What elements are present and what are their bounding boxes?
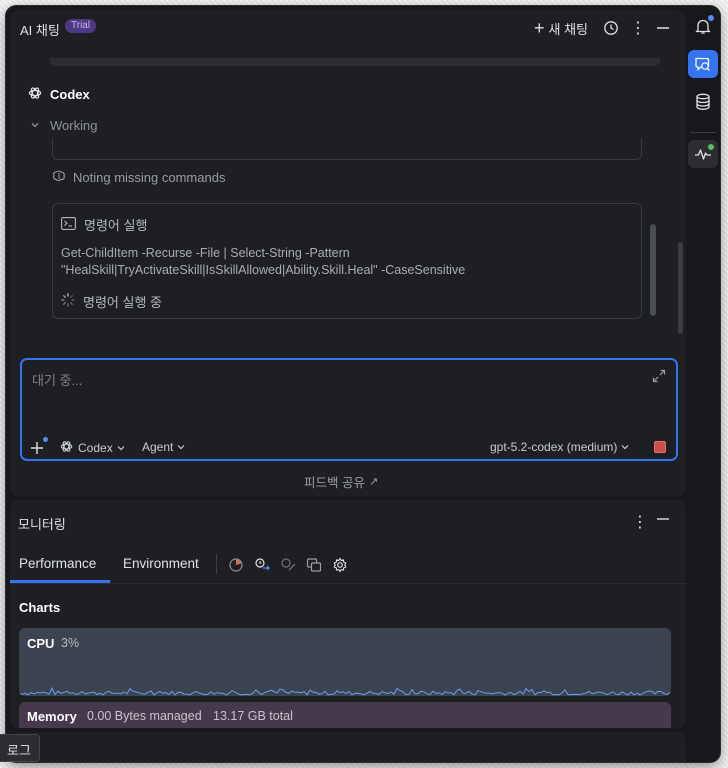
command-status-label: 명령어 실행 중 <box>83 295 162 310</box>
screenshot-frame: AI 채팅 Trial + 새 채팅 ⋮ Codex Working Notin… <box>0 0 728 768</box>
brain-icon <box>52 169 66 186</box>
bottom-panel-strip <box>10 732 686 762</box>
agent-name: Codex <box>50 87 90 102</box>
command-header: 명령어 실행 <box>61 215 147 234</box>
terminal-icon <box>61 216 76 233</box>
more-vertical-icon[interactable]: ⋮ <box>630 18 646 38</box>
minimize-icon[interactable] <box>656 512 670 529</box>
input-toolbar: Codex Agent gpt-5.2-codex (medium) <box>22 437 676 458</box>
status-dot <box>708 144 714 150</box>
record-icon[interactable] <box>228 557 244 573</box>
command-header-label: 명령어 실행 <box>84 218 148 233</box>
cpu-sparkline <box>19 687 671 696</box>
memory-chart-card: Memory 0.00 Bytes managed 13.17 GB total <box>19 702 671 728</box>
monitoring-title: 모니터링 <box>18 517 66 532</box>
model-label: gpt-5.2-codex (medium) <box>490 440 618 454</box>
pulse-icon[interactable] <box>688 140 718 168</box>
new-chat-button[interactable]: + 새 채팅 <box>534 18 588 38</box>
trace-icon[interactable] <box>280 557 296 573</box>
tab-environment[interactable]: Environment <box>123 556 199 571</box>
database-icon[interactable] <box>688 88 718 116</box>
command-status: 명령어 실행 중 <box>61 292 162 311</box>
previous-message-edge <box>50 58 660 66</box>
chevron-down-icon <box>30 118 40 133</box>
right-tool-strip <box>688 6 720 762</box>
memory-managed: 0.00 Bytes managed <box>87 709 202 723</box>
plus-icon: + <box>534 18 545 38</box>
mode-label: Agent <box>142 440 174 454</box>
ai-chat-icon[interactable] <box>688 50 718 78</box>
bell-icon[interactable] <box>688 12 718 40</box>
active-tab-indicator <box>10 580 110 583</box>
spinner-icon <box>61 293 75 310</box>
external-link-icon: ↗ <box>368 476 379 488</box>
charts-title: Charts <box>19 600 61 615</box>
inner-scrollbar[interactable] <box>650 224 656 316</box>
thinking-label: Noting missing commands <box>73 170 226 185</box>
chat-input-placeholder: 대기 중... <box>32 373 83 388</box>
memory-label: Memory <box>27 709 77 724</box>
mode-select[interactable]: Agent <box>142 440 185 454</box>
provider-label: Codex <box>78 441 113 455</box>
feedback-label: 피드백 공유 <box>304 476 365 490</box>
chevron-down-icon <box>621 440 629 454</box>
log-tab[interactable]: 로그 <box>0 734 40 762</box>
expand-icon[interactable] <box>652 369 666 386</box>
chat-header: AI 채팅 Trial + 새 채팅 ⋮ <box>10 10 686 46</box>
monitor-tab-bar: Performance Environment <box>10 544 686 584</box>
cpu-sparkline-line <box>19 687 671 696</box>
openai-logo-icon <box>28 86 42 103</box>
provider-select[interactable]: Codex <box>60 440 125 456</box>
command-block: 명령어 실행 Get-ChildItem -Recurse -File | Se… <box>52 203 642 319</box>
openai-logo-icon <box>60 440 73 456</box>
working-toggle[interactable]: Working <box>30 118 97 133</box>
ide-window: AI 채팅 Trial + 새 채팅 ⋮ Codex Working Notin… <box>6 6 720 762</box>
stop-button[interactable] <box>654 441 666 453</box>
ai-chat-panel: AI 채팅 Trial + 새 채팅 ⋮ Codex Working Notin… <box>10 10 686 496</box>
previous-step-box <box>52 138 642 160</box>
feedback-link[interactable]: 피드백 공유 ↗ <box>304 472 378 491</box>
tab-divider <box>216 554 217 574</box>
trial-badge: Trial <box>65 19 97 33</box>
toolbar-divider <box>690 132 716 133</box>
agent-header: Codex <box>28 86 90 103</box>
notification-dot <box>43 437 48 442</box>
thinking-step: Noting missing commands <box>52 169 225 186</box>
chat-input-box[interactable]: 대기 중... Codex Agent gpt-5.2-codex (mediu… <box>20 358 678 461</box>
new-chat-label: 새 채팅 <box>548 21 589 37</box>
cpu-chart-card: CPU 3% <box>19 628 671 696</box>
chevron-down-icon <box>117 441 125 455</box>
cpu-value: 3% <box>61 636 80 650</box>
memory-total: 13.17 GB total <box>213 709 293 723</box>
snapshot-icon[interactable] <box>306 557 322 573</box>
model-select[interactable]: gpt-5.2-codex (medium) <box>490 440 629 454</box>
chat-title: AI 채팅 <box>20 23 60 38</box>
cpu-label: CPU <box>27 636 55 651</box>
chat-scrollbar[interactable] <box>678 242 683 334</box>
gear-icon[interactable] <box>332 557 348 573</box>
more-vertical-icon[interactable]: ⋮ <box>632 512 648 532</box>
command-text: Get-ChildItem -Recurse -File | Select-St… <box>61 246 466 277</box>
chevron-down-icon <box>177 440 185 454</box>
add-context-button[interactable] <box>30 437 48 456</box>
minimize-icon[interactable] <box>656 18 670 38</box>
profiler-icon[interactable] <box>254 557 270 573</box>
clock-icon[interactable] <box>603 18 619 38</box>
notification-dot <box>708 15 714 21</box>
monitoring-panel: 모니터링 ⋮ Performance Environment Charts CP… <box>10 500 686 728</box>
tab-performance[interactable]: Performance <box>19 556 96 571</box>
working-label: Working <box>50 118 98 133</box>
